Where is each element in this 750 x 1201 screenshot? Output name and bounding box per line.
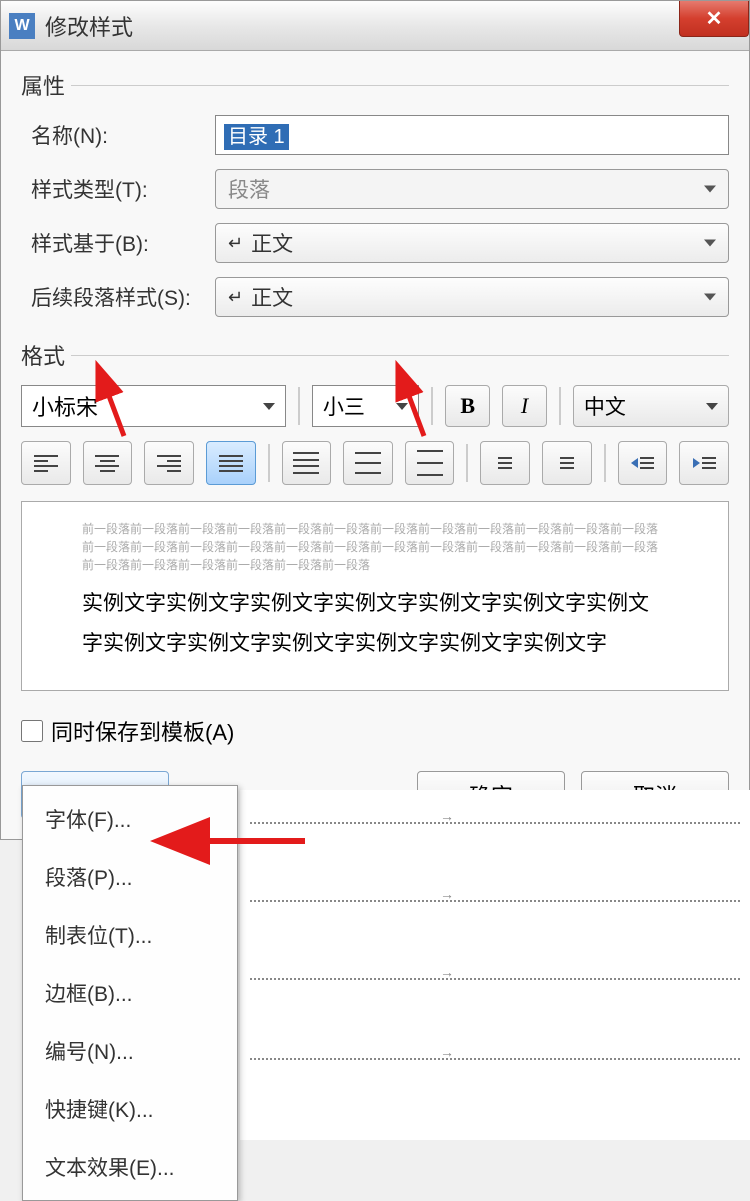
chevron-down-icon: [396, 403, 408, 410]
name-input[interactable]: 目录 1: [215, 115, 729, 155]
align-justify-button[interactable]: [206, 441, 256, 485]
spacing-normal-icon: [355, 452, 381, 474]
style-type-combo: 段落: [215, 169, 729, 209]
para-space-after-button[interactable]: [542, 441, 592, 485]
titlebar: W 修改样式 ✕: [1, 1, 749, 51]
dialog-body: 属性 名称(N): 目录 1 样式类型(T): 段落 样式基于(B): ↵ 正文…: [1, 51, 749, 839]
increase-indent-button[interactable]: [679, 441, 729, 485]
separator: [298, 387, 300, 425]
align-center-button[interactable]: [83, 441, 133, 485]
separator: [466, 444, 468, 482]
align-left-button[interactable]: [21, 441, 71, 485]
preview-box: 前一段落前一段落前一段落前一段落前一段落前一段落前一段落前一段落前一段落前一段落…: [21, 501, 729, 691]
menu-item-shortcut[interactable]: 快捷键(K)...: [23, 1080, 237, 1138]
chevron-down-icon: [704, 294, 716, 301]
menu-item-tabs[interactable]: 制表位(T)...: [23, 906, 237, 964]
space-before-icon: [498, 457, 512, 469]
next-style-combo[interactable]: ↵ 正文: [215, 277, 729, 317]
return-icon: ↵: [228, 233, 243, 254]
tab-arrow-icon: →: [440, 1044, 454, 1060]
modify-style-dialog: W 修改样式 ✕ 属性 名称(N): 目录 1 样式类型(T): 段落 样式基于…: [0, 0, 750, 840]
based-on-label: 样式基于(B):: [21, 228, 201, 258]
name-label: 名称(N):: [21, 120, 201, 150]
bold-button[interactable]: B: [445, 385, 490, 427]
name-value: 目录 1: [224, 124, 289, 150]
space-after-icon: [560, 457, 574, 469]
dotted-line: [250, 900, 740, 902]
align-right-button[interactable]: [144, 441, 194, 485]
save-to-template-checkbox[interactable]: [21, 720, 43, 742]
spacing-tight-icon: [293, 452, 319, 474]
preview-sample-text: 实例文字实例文字实例文字实例文字实例文字实例文字实例文字实例文字实例文字实例文字…: [82, 584, 668, 664]
align-justify-icon: [219, 455, 243, 472]
font-size-combo[interactable]: 小三: [312, 385, 420, 427]
chevron-down-icon: [704, 186, 716, 193]
dotted-line: [250, 978, 740, 980]
properties-section-label: 属性: [21, 69, 729, 101]
tab-arrow-icon: →: [440, 886, 454, 902]
app-icon: W: [9, 13, 35, 39]
menu-item-numbering[interactable]: 编号(N)...: [23, 1022, 237, 1080]
close-button[interactable]: ✕: [679, 1, 749, 37]
dialog-title: 修改样式: [45, 10, 133, 42]
language-combo[interactable]: 中文: [573, 385, 729, 427]
line-spacing-loose-button[interactable]: [405, 441, 455, 485]
chevron-down-icon: [704, 240, 716, 247]
tab-arrow-icon: →: [440, 964, 454, 980]
preview-context-text: 前一段落前一段落前一段落前一段落前一段落前一段落前一段落前一段落前一段落前一段落…: [82, 520, 668, 574]
separator: [268, 444, 270, 482]
dotted-line: [250, 1058, 740, 1060]
separator: [559, 387, 561, 425]
separator: [431, 387, 433, 425]
dotted-line: [250, 822, 740, 824]
decrease-indent-icon: [631, 457, 654, 469]
document-background: [240, 790, 750, 1140]
para-space-before-button[interactable]: [480, 441, 530, 485]
save-to-template-label: 同时保存到模板(A): [51, 715, 234, 747]
align-center-icon: [95, 455, 119, 472]
close-icon: ✕: [706, 6, 723, 31]
based-on-combo[interactable]: ↵ 正文: [215, 223, 729, 263]
tab-arrow-icon: →: [440, 808, 454, 824]
style-type-label: 样式类型(T):: [21, 174, 201, 204]
align-left-icon: [34, 455, 58, 472]
return-icon: ↵: [228, 287, 243, 308]
align-right-icon: [157, 455, 181, 472]
format-dropdown-menu: 字体(F)... 段落(P)... 制表位(T)... 边框(B)... 编号(…: [22, 785, 238, 1201]
next-style-label: 后续段落样式(S):: [21, 282, 201, 312]
line-spacing-tight-button[interactable]: [282, 441, 332, 485]
increase-indent-icon: [693, 457, 716, 469]
menu-item-border[interactable]: 边框(B)...: [23, 964, 237, 1022]
menu-item-font[interactable]: 字体(F)...: [23, 790, 237, 848]
separator: [604, 444, 606, 482]
chevron-down-icon: [263, 403, 275, 410]
font-combo[interactable]: 小标宋: [21, 385, 286, 427]
line-spacing-normal-button[interactable]: [343, 441, 393, 485]
menu-item-paragraph[interactable]: 段落(P)...: [23, 848, 237, 906]
chevron-down-icon: [706, 403, 718, 410]
italic-button[interactable]: I: [502, 385, 547, 427]
format-section-label: 格式: [21, 339, 729, 371]
spacing-loose-icon: [417, 450, 443, 476]
menu-item-text-effect[interactable]: 文本效果(E)...: [23, 1138, 237, 1196]
decrease-indent-button[interactable]: [618, 441, 668, 485]
